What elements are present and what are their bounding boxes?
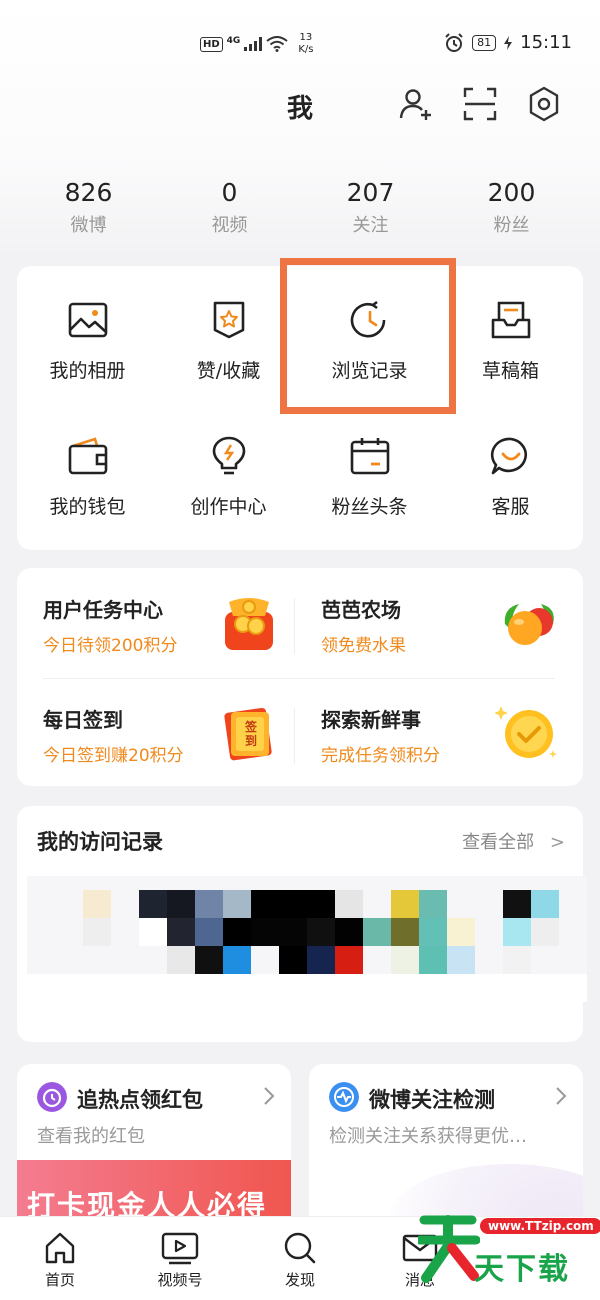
promo-subtitle: 检测关注关系获得更优… (329, 1126, 527, 1147)
alarm-icon (445, 32, 463, 52)
page-header: 我 (0, 84, 600, 128)
charging-icon (504, 35, 513, 50)
stat-followers[interactable]: 200 粉丝 (441, 178, 582, 248)
coin-pouch-icon (225, 598, 273, 650)
grid-label: 草稿箱 (481, 360, 539, 382)
alarm-clock-icon (37, 1082, 67, 1112)
speed-value: 13 (299, 32, 313, 43)
grid-item-wallet[interactable]: 我的钱包 (17, 436, 158, 556)
creator-bulb-icon (212, 436, 245, 475)
grid-label: 客服 (491, 496, 530, 518)
grid-item-favorites[interactable]: 赞/收藏 (158, 300, 299, 420)
grid-label: 我的相册 (49, 360, 126, 382)
wallet-icon (68, 437, 107, 475)
add-user-icon[interactable] (398, 86, 434, 122)
stat-value: 200 (487, 178, 536, 207)
stat-value: 826 (64, 178, 113, 207)
battery-level: 81 (472, 34, 497, 51)
divider (294, 708, 295, 764)
customer-service-icon (490, 437, 527, 475)
stat-following[interactable]: 207 关注 (300, 178, 441, 248)
tab-home[interactable]: 首页 (15, 1231, 105, 1290)
watermark-logo-icon (418, 1215, 480, 1283)
network-speed: 13 K/s (298, 32, 313, 56)
promo-title: 追热点领红包 (77, 1088, 203, 1112)
watermark-url: www.TTzip.com (480, 1218, 600, 1234)
chevron-right-icon: > (549, 832, 565, 853)
status-bar: HD 4G 13 K/s 81 15:11 (0, 28, 600, 64)
scan-icon[interactable] (462, 86, 498, 122)
view-all-label: 查看全部 (462, 832, 535, 853)
tasks-card: 用户任务中心 今日待领200积分 芭芭农场 领免费水果 每日签到 今日签到赚20… (17, 568, 583, 786)
pulse-check-icon (329, 1082, 359, 1112)
calendar-icon (350, 438, 389, 475)
stat-videos[interactable]: 0 视频 (159, 178, 300, 248)
profile-stats: 826 微博 0 视频 207 关注 200 粉丝 (18, 178, 582, 248)
speed-unit: K/s (298, 44, 314, 55)
tab-label: 视频号 (157, 1271, 203, 1289)
signin-badge-text: 签到 (244, 720, 257, 748)
grid-item-drafts[interactable]: 草稿箱 (440, 300, 581, 420)
watermark-text: 天下载 (474, 1252, 570, 1287)
highlight-box (280, 258, 456, 414)
visitor-avatars-pixelated[interactable] (27, 876, 587, 1002)
drafts-icon (491, 301, 530, 339)
section-title: 我的访问记录 (37, 830, 163, 854)
home-icon (45, 1232, 75, 1264)
grid-label: 粉丝头条 (331, 496, 408, 518)
stat-label: 微博 (70, 215, 107, 236)
stat-value: 207 (346, 178, 395, 207)
favorites-icon (213, 301, 244, 339)
divider (294, 598, 295, 654)
grid-item-fans-headline[interactable]: 粉丝头条 (299, 436, 440, 556)
view-all-link[interactable]: 查看全部 > (462, 828, 565, 854)
check-medal-icon (495, 706, 557, 758)
divider (43, 678, 555, 679)
network-type: 4G (226, 36, 241, 46)
tab-label: 首页 (44, 1271, 75, 1289)
promo-subtitle: 查看我的红包 (37, 1126, 145, 1147)
signal-icon (244, 37, 263, 51)
grid-item-customer-service[interactable]: 客服 (440, 436, 581, 556)
stat-value: 0 (221, 178, 238, 207)
hd-badge: HD (200, 36, 223, 52)
visit-records-card: 我的访问记录 查看全部 > (17, 806, 587, 1042)
grid-label: 我的钱包 (49, 496, 126, 518)
clock: 15:11 (520, 32, 572, 53)
stat-label: 关注 (352, 215, 389, 236)
promo-title: 微博关注检测 (369, 1088, 495, 1112)
page-title: 我 (286, 94, 313, 124)
tab-discover[interactable]: 发现 (255, 1231, 345, 1290)
tab-video[interactable]: 视频号 (135, 1231, 225, 1290)
chevron-right-icon (264, 1087, 275, 1105)
fruit-icon (504, 604, 554, 645)
wifi-icon (266, 36, 288, 52)
stat-label: 视频 (211, 215, 248, 236)
grid-item-album[interactable]: 我的相册 (17, 300, 158, 420)
tab-label: 发现 (284, 1271, 315, 1289)
watermark: www.TTzip.com 天下载 (412, 1204, 600, 1294)
video-icon (161, 1232, 199, 1265)
chevron-right-icon (556, 1087, 567, 1105)
grid-label: 创作中心 (190, 496, 267, 518)
discover-icon (284, 1232, 316, 1264)
signin-badge: 签到 (223, 704, 275, 762)
grid-item-creator[interactable]: 创作中心 (158, 436, 299, 556)
promo-hot-redpacket[interactable]: 追热点领红包 查看我的红包 打卡现金人人必得 (17, 1064, 291, 1234)
stat-weibo[interactable]: 826 微博 (18, 178, 159, 248)
settings-icon[interactable] (526, 86, 562, 122)
grid-label: 赞/收藏 (196, 360, 261, 382)
album-icon (68, 302, 107, 338)
stat-label: 粉丝 (493, 215, 530, 236)
